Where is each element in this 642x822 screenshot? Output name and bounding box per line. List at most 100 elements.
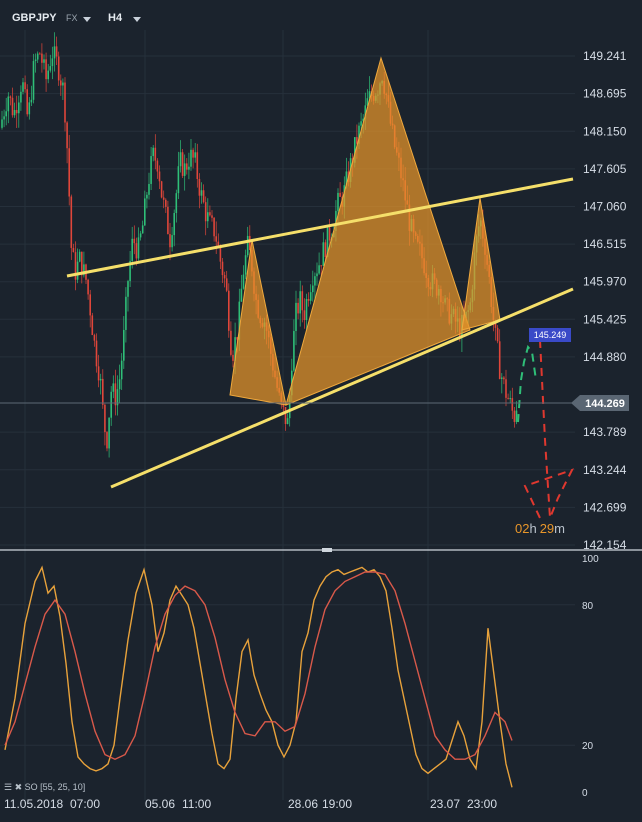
candle-body bbox=[209, 212, 211, 216]
candle-body bbox=[192, 149, 194, 158]
candle-body bbox=[30, 99, 33, 103]
candle-body bbox=[295, 302, 297, 332]
oscillator-tick-label: 100 bbox=[582, 554, 599, 565]
chevron-down-icon[interactable] bbox=[133, 17, 141, 22]
candle-body bbox=[154, 147, 157, 161]
candle-body bbox=[171, 235, 173, 248]
candle-body bbox=[309, 292, 312, 301]
candle-body bbox=[167, 206, 169, 235]
candle-body bbox=[87, 279, 89, 295]
candle-body bbox=[36, 53, 39, 60]
candle-body bbox=[215, 236, 217, 242]
candle-body bbox=[505, 379, 507, 398]
price-tick-label: 142.699 bbox=[583, 500, 627, 514]
chevron-down-icon[interactable] bbox=[83, 17, 91, 22]
candle-body bbox=[328, 227, 331, 241]
candle-body bbox=[339, 192, 341, 197]
close-icon[interactable]: ✖ bbox=[15, 782, 23, 792]
candle-body bbox=[127, 281, 129, 297]
stochastic-oscillator-pane bbox=[0, 565, 575, 788]
candle-body bbox=[221, 261, 224, 276]
candle-body bbox=[47, 70, 49, 80]
candle-body bbox=[39, 53, 41, 55]
candle-body bbox=[106, 432, 108, 449]
candle-body bbox=[173, 212, 175, 236]
time-tick-label: 23.07 bbox=[430, 797, 460, 811]
candle-body bbox=[49, 66, 52, 71]
candle-body bbox=[146, 194, 148, 199]
candle-body bbox=[240, 288, 243, 302]
price-tick-label: 143.244 bbox=[583, 463, 627, 477]
candle-body bbox=[196, 152, 199, 179]
price-tick-label: 147.060 bbox=[583, 199, 627, 213]
candle-body bbox=[211, 215, 213, 218]
time-tick-label: 05.06 bbox=[145, 797, 175, 811]
candle-body bbox=[70, 196, 73, 248]
time-tick-label: 11.05.2018 bbox=[4, 797, 63, 811]
settings-icon[interactable]: ☰ bbox=[4, 782, 12, 792]
candle-body bbox=[68, 148, 70, 197]
candle-body bbox=[496, 327, 499, 342]
candle-body bbox=[78, 251, 81, 262]
candle-body bbox=[125, 296, 127, 330]
marker-price-label: 145.249 bbox=[534, 330, 567, 340]
candle-body bbox=[112, 383, 115, 392]
candle-body bbox=[232, 354, 234, 361]
candle-body bbox=[66, 122, 68, 149]
symbol-selector[interactable]: GBPJPY bbox=[12, 9, 57, 27]
candle-body bbox=[162, 197, 165, 200]
projection-lines bbox=[517, 339, 574, 519]
candle-body bbox=[133, 238, 136, 244]
candle-body bbox=[190, 149, 192, 167]
candle-body bbox=[41, 53, 43, 63]
candle-body bbox=[165, 199, 167, 207]
candle-body bbox=[312, 285, 314, 293]
candle-body bbox=[91, 315, 94, 336]
candle-body bbox=[53, 46, 56, 59]
candle-body bbox=[24, 82, 26, 90]
candle-body bbox=[160, 181, 163, 198]
candle-body bbox=[148, 183, 150, 195]
candle-body bbox=[230, 330, 232, 355]
time-tick-label: 19:00 bbox=[322, 797, 352, 811]
interval-selector[interactable]: H4 bbox=[108, 9, 122, 27]
candle-body bbox=[225, 278, 228, 291]
instrument-type-selector[interactable]: FX bbox=[66, 9, 78, 27]
candle-body bbox=[513, 410, 516, 422]
candle-body bbox=[324, 242, 327, 258]
candle-body bbox=[18, 102, 20, 114]
candle-body bbox=[511, 398, 514, 411]
candle-body bbox=[179, 152, 182, 167]
candle-body bbox=[9, 96, 12, 98]
pattern-fill-right-shoulder bbox=[461, 197, 501, 331]
pane-resize-handle[interactable] bbox=[322, 548, 332, 552]
time-tick-label: 28.06 bbox=[288, 797, 318, 811]
candle-body bbox=[15, 109, 18, 114]
candle-body bbox=[169, 234, 171, 248]
candle-body bbox=[156, 160, 159, 172]
candle-body bbox=[131, 238, 133, 261]
candle-body bbox=[141, 225, 144, 234]
time-tick-label: 07:00 bbox=[70, 797, 100, 811]
chart-canvas[interactable]: 149.241 148.695 148.150 147.605 147.060 146.5… bbox=[0, 0, 642, 822]
price-tick-label: 145.425 bbox=[583, 312, 627, 326]
candle-body bbox=[20, 91, 22, 103]
projection-red bbox=[523, 339, 574, 519]
candle-body bbox=[307, 299, 310, 301]
candle-body bbox=[62, 82, 64, 86]
candle-body bbox=[198, 178, 201, 196]
candle-body bbox=[503, 377, 505, 380]
candle-body bbox=[120, 360, 123, 380]
candle-body bbox=[219, 246, 222, 262]
candle-body bbox=[95, 340, 98, 367]
candle-body bbox=[45, 59, 47, 80]
candle-body bbox=[515, 410, 518, 422]
indicator-legend[interactable]: ☰ ✖ SO [55, 25, 10] bbox=[4, 782, 85, 793]
candle-body bbox=[158, 171, 161, 182]
candle-body bbox=[64, 82, 66, 123]
price-tick-label: 143.789 bbox=[583, 425, 627, 439]
candle-body bbox=[202, 190, 205, 203]
candle-body bbox=[28, 102, 31, 115]
candle-body bbox=[320, 265, 322, 267]
candle-body bbox=[32, 61, 35, 100]
